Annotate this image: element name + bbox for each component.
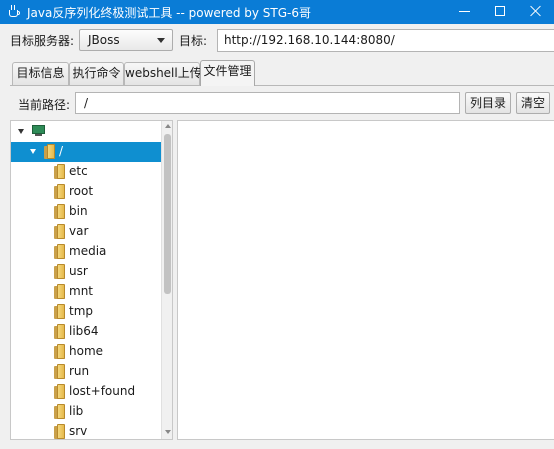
tab-bar: 目标信息 执行命令 webshell上传 文件管理 bbox=[0, 58, 554, 87]
tree-item-label: home bbox=[69, 344, 104, 358]
chevron-down-icon bbox=[157, 38, 165, 43]
tab-webshell-upload[interactable]: webshell上传 bbox=[124, 62, 202, 85]
tree-item-folder[interactable]: bin bbox=[11, 202, 161, 222]
tree-item-label: root bbox=[69, 184, 94, 198]
scroll-up-icon[interactable] bbox=[165, 124, 171, 128]
folder-icon bbox=[54, 304, 65, 319]
folder-icon bbox=[54, 424, 65, 439]
tree-item-folder[interactable]: root bbox=[11, 182, 161, 202]
title-bar: Java反序列化终极测试工具 -- powered by STG-6哥 bbox=[0, 0, 554, 24]
tree-item-folder[interactable]: lost+found bbox=[11, 382, 161, 402]
tree-item-folder[interactable]: usr bbox=[11, 262, 161, 282]
tree-item-label: mnt bbox=[69, 284, 93, 298]
tree-item-label: media bbox=[69, 244, 107, 258]
folder-icon bbox=[54, 184, 65, 199]
minimize-icon bbox=[459, 11, 470, 12]
tree-item-folder[interactable]: home bbox=[11, 342, 161, 362]
clear-button[interactable]: 清空 bbox=[516, 92, 550, 114]
close-button[interactable] bbox=[518, 0, 554, 24]
tree-item-folder[interactable]: srv bbox=[11, 422, 161, 439]
tree-item-folder[interactable]: tmp bbox=[11, 302, 161, 322]
folder-icon bbox=[54, 244, 65, 259]
folder-icon bbox=[54, 364, 65, 379]
tree-item-label: lib64 bbox=[69, 324, 99, 338]
list-directory-button[interactable]: 列目录 bbox=[465, 92, 511, 114]
tree-item-folder[interactable]: etc bbox=[11, 162, 161, 182]
tab-file-manager[interactable]: 文件管理 bbox=[200, 60, 255, 86]
folder-icon bbox=[54, 324, 65, 339]
minimize-button[interactable] bbox=[446, 0, 482, 24]
folder-icon bbox=[54, 344, 65, 359]
folder-icon bbox=[54, 384, 65, 399]
path-toolbar: 当前路径: / 列目录 清空 bbox=[0, 87, 554, 120]
tree-item-label: bin bbox=[69, 204, 88, 218]
current-path-input[interactable]: / bbox=[75, 92, 460, 114]
expand-arrow-icon[interactable] bbox=[18, 129, 24, 134]
server-select[interactable]: JBoss bbox=[79, 29, 173, 51]
window-controls bbox=[446, 0, 554, 24]
tab-target-info[interactable]: 目标信息 bbox=[12, 62, 69, 85]
tree-item-folder[interactable]: run bbox=[11, 362, 161, 382]
computer-icon bbox=[32, 125, 45, 136]
tree-item-folder[interactable]: lib bbox=[11, 402, 161, 422]
close-icon bbox=[530, 5, 542, 17]
tree-item-label: / bbox=[59, 144, 64, 158]
window-title: Java反序列化终极测试工具 -- powered by STG-6哥 bbox=[27, 5, 312, 20]
tree-item-root-dir[interactable]: / bbox=[11, 142, 161, 162]
expand-arrow-icon[interactable] bbox=[30, 149, 36, 154]
folder-icon bbox=[54, 164, 65, 179]
tree-item-label: usr bbox=[69, 264, 88, 278]
tree-item-folder[interactable]: media bbox=[11, 242, 161, 262]
current-path-label: 当前路径: bbox=[18, 98, 71, 112]
folder-icon bbox=[54, 224, 65, 239]
tree-scrollbar[interactable] bbox=[161, 121, 172, 439]
tree-item-label: var bbox=[69, 224, 89, 238]
tree-item-folder[interactable]: mnt bbox=[11, 282, 161, 302]
server-label: 目标服务器: bbox=[10, 34, 75, 48]
file-list-panel[interactable] bbox=[177, 120, 554, 440]
tree-item-label: lost+found bbox=[69, 384, 136, 398]
scroll-down-icon[interactable] bbox=[165, 430, 171, 434]
target-toolbar: 目标服务器: JBoss 目标: http://192.168.10.144:8… bbox=[0, 24, 554, 58]
java-cup-icon bbox=[7, 5, 21, 19]
folder-icon bbox=[54, 404, 65, 419]
tree-item-label: run bbox=[69, 364, 90, 378]
folder-icon bbox=[44, 144, 55, 159]
maximize-icon bbox=[495, 6, 505, 16]
tree-item-label: srv bbox=[69, 424, 88, 438]
maximize-button[interactable] bbox=[482, 0, 518, 24]
target-url-input[interactable]: http://192.168.10.144:8080/ bbox=[217, 29, 554, 52]
folder-icon bbox=[54, 264, 65, 279]
tree-scrollbar-thumb[interactable] bbox=[164, 134, 171, 294]
tree-item-folder[interactable]: var bbox=[11, 222, 161, 242]
tree-root-row[interactable] bbox=[11, 122, 161, 142]
tab-execute-command[interactable]: 执行命令 bbox=[69, 62, 124, 85]
tree-item-label: lib bbox=[69, 404, 84, 418]
server-select-value: JBoss bbox=[88, 33, 120, 47]
folder-icon bbox=[54, 204, 65, 219]
directory-tree[interactable]: / etc root bin var media usr mnt tmp lib64 home ru… bbox=[10, 120, 173, 440]
tree-item-folder[interactable]: lib64 bbox=[11, 322, 161, 342]
folder-icon bbox=[54, 284, 65, 299]
tree-item-label: etc bbox=[69, 164, 88, 178]
target-label: 目标: bbox=[179, 34, 208, 48]
tree-item-label: tmp bbox=[69, 304, 94, 318]
tab-bar-divider bbox=[10, 85, 554, 86]
